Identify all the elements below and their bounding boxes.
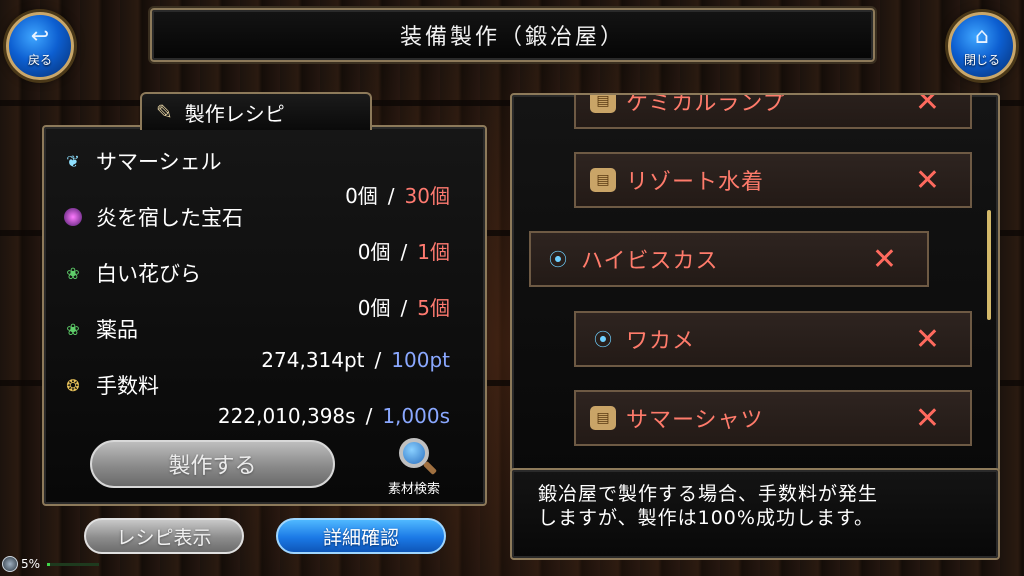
back-button[interactable]: ↩ 戻る: [6, 12, 74, 80]
material-search-button[interactable]: 素材検索: [364, 438, 464, 498]
recipe-tab: ✎ 製作レシピ: [140, 92, 372, 130]
material-search-label: 素材検索: [387, 482, 440, 497]
material-name: 白い花びら: [96, 262, 201, 286]
material-row: ❀ 白い花びら 0個/5個: [60, 258, 460, 321]
unavailable-x-icon: ✕: [871, 241, 897, 277]
scroll-icon: ▤: [590, 168, 616, 192]
material-name: 炎を宿した宝石: [96, 206, 243, 230]
page-title: 装備製作（鍛冶屋）: [399, 25, 625, 50]
scroll-icon: ▤: [590, 95, 616, 113]
item-name: ワカメ: [626, 329, 696, 354]
close-button[interactable]: ⌂ 閉じる: [948, 12, 1016, 80]
detail-button[interactable]: 詳細確認: [276, 518, 446, 554]
description-line: しますが、製作は100%成功します。: [538, 507, 875, 529]
list-item[interactable]: ⦿ ワカメ ✕: [574, 311, 972, 367]
scroll-icon: ▤: [590, 406, 616, 430]
item-name: リゾート水着: [626, 170, 765, 195]
material-have: 274,314pt: [261, 348, 365, 372]
material-row: ❀ 薬品 274,314pt / 100pt: [60, 314, 460, 372]
material-name: 手数料: [96, 374, 159, 398]
exp-bar: [47, 562, 100, 566]
unavailable-x-icon: ✕: [914, 93, 940, 119]
gem-icon: [64, 208, 82, 226]
list-item[interactable]: ▤ リゾート水着 ✕: [574, 152, 972, 208]
list-item-selected[interactable]: ⦿ ハイビスカス ✕: [529, 231, 929, 287]
search-icon: [399, 438, 429, 468]
title-bar: 装備製作（鍛冶屋）: [150, 8, 875, 62]
coin-icon: ❂: [66, 375, 80, 395]
exp-text: 5%: [21, 557, 41, 571]
material-row: 炎を宿した宝石 0個/1個: [60, 202, 460, 265]
material-have: 222,010,398s: [217, 404, 356, 428]
list-item[interactable]: ▤ サマーシャツ ✕: [574, 390, 972, 446]
material-row: ❂ 手数料 222,010,398s / 1,000s: [60, 370, 460, 428]
recipe-view-label: レシピ表示: [116, 526, 212, 549]
item-name: ケミカルランプ: [626, 93, 786, 116]
shell-icon: ⦿: [549, 250, 567, 271]
exp-bar-fill: [47, 562, 50, 566]
shell-icon: ❦: [66, 151, 80, 171]
make-button-label: 製作する: [168, 454, 257, 479]
home-icon: ⌂: [975, 23, 989, 49]
item-name: ハイビスカス: [581, 249, 719, 274]
make-button[interactable]: 製作する: [90, 440, 335, 488]
description-panel: 鍛冶屋で製作する場合、手数料が発生 しますが、製作は100%成功します。: [510, 468, 1000, 560]
material-need: 100pt: [391, 348, 450, 372]
item-list-panel[interactable]: ▤ ケミカルランプ ✕ ▤ リゾート水着 ✕ ⦿ ハイビスカス ✕ ⦿ ワカメ …: [510, 93, 1000, 473]
item-name: サマーシャツ: [626, 408, 764, 433]
shell-icon: ⦿: [594, 330, 612, 351]
material-row: ❦ サマーシェル 0個/30個: [60, 146, 460, 209]
exp-orb-icon: [2, 556, 18, 572]
list-item[interactable]: ▤ ケミカルランプ ✕: [574, 93, 972, 129]
count-separator: /: [365, 404, 373, 428]
back-button-label: 戻る: [27, 52, 52, 67]
unavailable-x-icon: ✕: [914, 162, 940, 198]
material-name: 薬品: [96, 318, 138, 342]
unavailable-x-icon: ✕: [914, 321, 940, 357]
count-separator: /: [374, 348, 382, 372]
recipe-tab-label: 製作レシピ: [184, 101, 285, 126]
material-name: サマーシェル: [96, 150, 222, 174]
description-line: 鍛冶屋で製作する場合、手数料が発生: [538, 483, 879, 505]
close-button-label: 閉じる: [963, 52, 1000, 67]
material-need: 1,000s: [382, 404, 450, 428]
list-scrollbar[interactable]: [987, 210, 991, 320]
leaf-icon: ❀: [66, 263, 80, 283]
leaf-icon: ❀: [66, 319, 80, 339]
detail-label: 詳細確認: [322, 526, 399, 549]
return-arrow-icon: ↩: [30, 23, 50, 49]
recipe-book-icon: ✎: [156, 100, 173, 124]
unavailable-x-icon: ✕: [914, 400, 940, 436]
exp-indicator: 5%: [2, 556, 100, 572]
recipe-view-button[interactable]: レシピ表示: [84, 518, 244, 554]
